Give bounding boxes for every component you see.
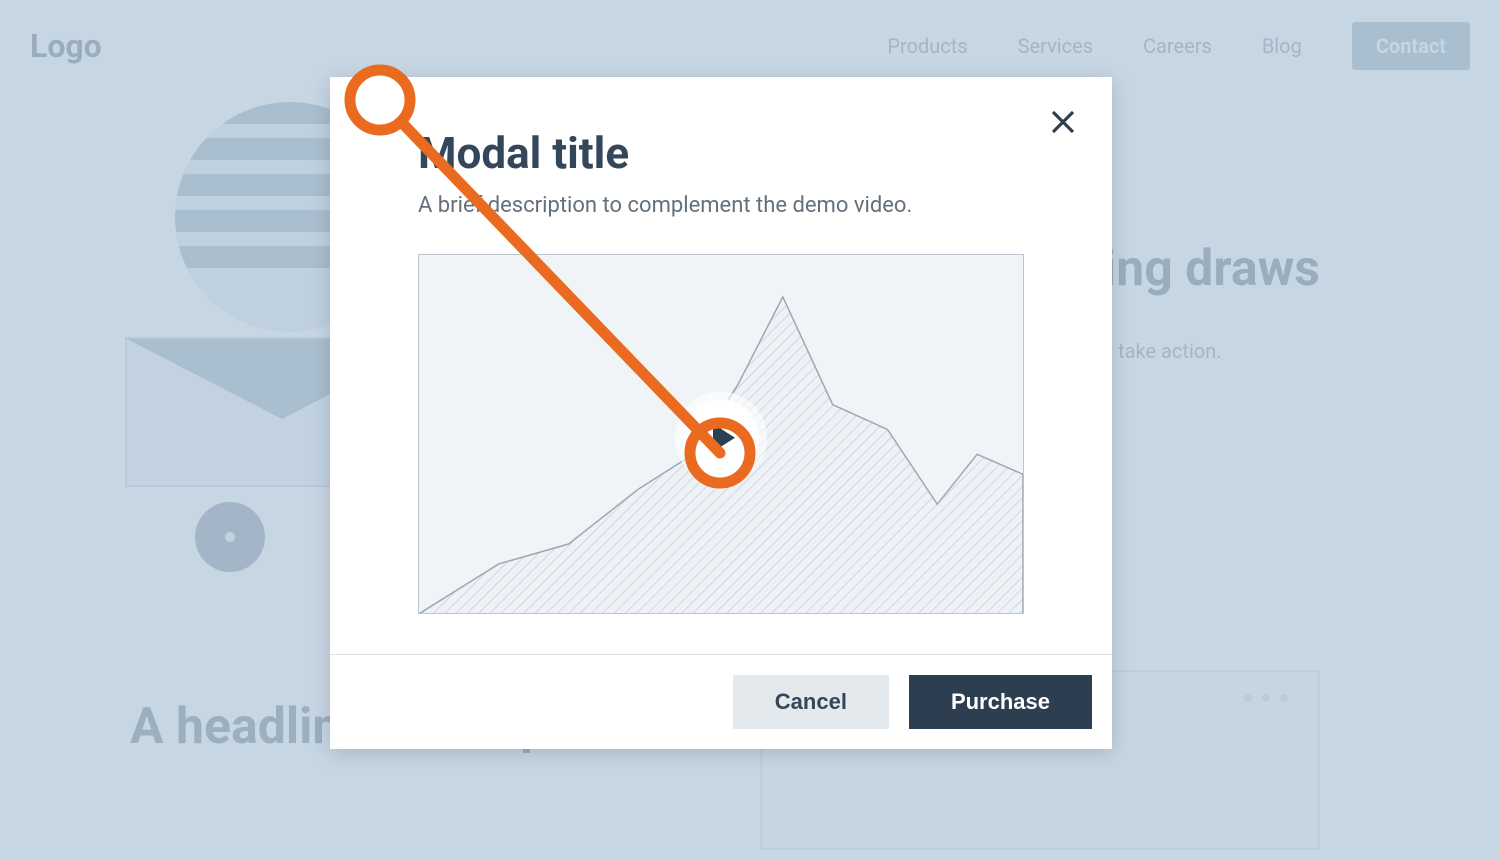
close-icon — [1048, 107, 1078, 137]
video-thumbnail[interactable] — [418, 254, 1024, 614]
close-button[interactable] — [1048, 107, 1078, 137]
purchase-button[interactable]: Purchase — [909, 675, 1092, 729]
modal-title: Modal title — [418, 127, 1024, 179]
modal-footer: Cancel Purchase — [330, 654, 1112, 749]
play-icon — [713, 424, 735, 452]
modal-description: A brief description to complement the de… — [418, 193, 1024, 218]
cancel-button[interactable]: Cancel — [733, 675, 889, 729]
play-button[interactable] — [683, 400, 759, 476]
modal-dialog: Modal title A brief description to compl… — [330, 77, 1112, 749]
